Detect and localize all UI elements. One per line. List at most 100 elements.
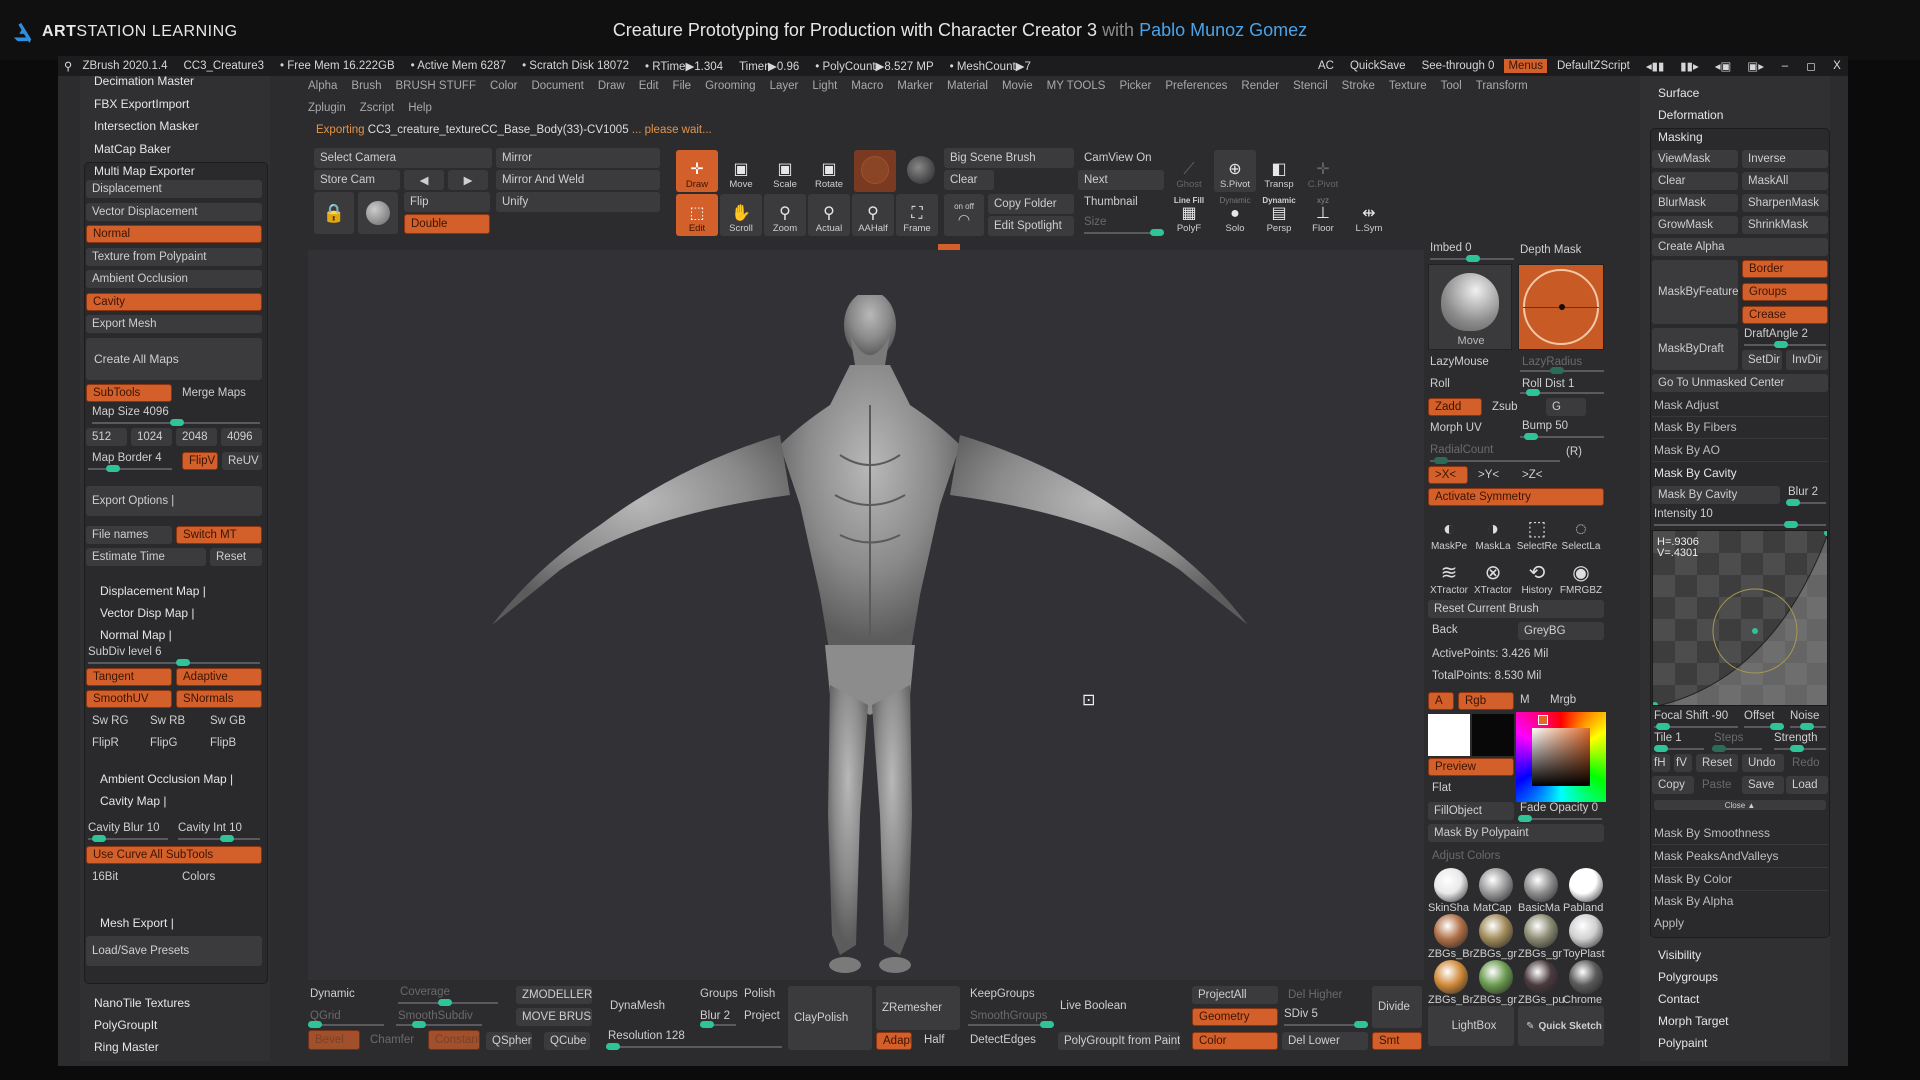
polyf-tool[interactable]: Line Fill ▦ PolyF <box>1168 194 1210 236</box>
symmetry-y-toggle[interactable]: >Y< <box>1472 466 1512 484</box>
material-swatch[interactable] <box>1434 868 1468 902</box>
masking-header[interactable]: Masking <box>1658 130 1703 144</box>
curve-paste-button[interactable]: Paste <box>1696 776 1738 794</box>
slider-knob[interactable] <box>1654 745 1668 752</box>
slider-knob[interactable] <box>1656 723 1670 730</box>
estimate-time-button[interactable]: Estimate Time <box>86 548 206 566</box>
draw-tool[interactable]: ✛ Draw <box>676 150 718 192</box>
menu-zplugin[interactable]: Zplugin <box>308 102 346 120</box>
cpivot-tool[interactable]: ✛ C.Pivot <box>1302 150 1344 192</box>
flipr-toggle[interactable]: FlipR <box>86 734 142 752</box>
mesh-export-header[interactable]: Mesh Export | <box>100 916 174 930</box>
apply-header[interactable]: Apply <box>1654 916 1684 930</box>
blurmask-button[interactable]: BlurMask <box>1652 194 1738 212</box>
brush-slot[interactable]: ◐ MaskPe <box>1428 510 1470 552</box>
material-swatch[interactable] <box>854 150 896 192</box>
color-toggle[interactable]: Color <box>1192 1032 1278 1050</box>
radialcount-slider[interactable] <box>1430 457 1560 464</box>
hue-marker[interactable] <box>1538 715 1548 725</box>
move-tool[interactable]: ▣ Move <box>720 150 762 192</box>
menu-preferences[interactable]: Preferences <box>1165 80 1227 98</box>
menu-color[interactable]: Color <box>490 80 517 98</box>
flipg-toggle[interactable]: FlipG <box>144 734 200 752</box>
menu-draw[interactable]: Draw <box>598 80 625 98</box>
merge-maps-toggle[interactable]: Merge Maps <box>176 384 262 402</box>
curve-load-button[interactable]: Load <box>1786 776 1828 794</box>
menu-movie[interactable]: Movie <box>1002 80 1033 98</box>
file-names-button[interactable]: File names <box>86 526 172 544</box>
rgb-toggle[interactable]: Rgb <box>1458 692 1514 710</box>
claypolish-button[interactable]: ClayPolish <box>788 986 872 1050</box>
menu-grooming[interactable]: Grooming <box>705 80 756 98</box>
sharpenmask-button[interactable]: SharpenMask <box>1742 194 1828 212</box>
qgrid-slider[interactable] <box>308 1021 384 1028</box>
flip-button[interactable]: Flip <box>404 192 490 212</box>
menu-transform[interactable]: Transform <box>1476 80 1528 98</box>
swrb-toggle[interactable]: Sw RB <box>144 712 200 730</box>
camview-on-button[interactable]: CamView On <box>1078 148 1164 168</box>
slider-knob[interactable] <box>438 999 452 1006</box>
material-swatch[interactable] <box>1479 914 1513 948</box>
plugin-item[interactable]: MatCap Baker <box>94 142 171 156</box>
ui-color-next-icon[interactable]: ▣▸ <box>1741 59 1770 73</box>
ghost-tool[interactable]: ⟋ Ghost <box>1168 150 1210 192</box>
minimize-button[interactable]: – <box>1774 60 1796 72</box>
polypaint-header[interactable]: Polypaint <box>1658 1036 1707 1050</box>
camera-sphere-button[interactable] <box>358 192 398 234</box>
slider-knob[interactable] <box>1434 457 1448 464</box>
subtools-toggle[interactable]: SubTools <box>86 384 172 402</box>
offset-slider[interactable] <box>1744 723 1784 730</box>
fade-opacity-slider[interactable] <box>1518 815 1602 822</box>
slider-knob[interactable] <box>1550 367 1564 374</box>
zmodeller-brush-button[interactable]: ZMODELLER <box>516 986 592 1004</box>
polygroups-header[interactable]: Polygroups <box>1658 970 1718 984</box>
swrg-toggle[interactable]: Sw RG <box>86 712 142 730</box>
use-curve-all-subtools-toggle[interactable]: Use Curve All SubTools <box>86 846 262 864</box>
menu-brush[interactable]: Brush <box>351 80 381 98</box>
smoothgroups-slider[interactable] <box>968 1021 1054 1028</box>
mask-by-fibers-header[interactable]: Mask By Fibers <box>1654 420 1737 434</box>
colors-toggle[interactable]: Colors <box>176 868 262 886</box>
qcube-button[interactable]: QCube <box>544 1032 590 1050</box>
map-type-export-mesh[interactable]: Export Mesh <box>86 315 262 333</box>
menu-help[interactable]: Help <box>408 102 432 120</box>
camera-next-button[interactable]: ▶ <box>448 170 488 190</box>
camview-size-slider[interactable] <box>1084 229 1164 236</box>
cavity-blur-slider[interactable] <box>1786 499 1826 506</box>
menu-alpha[interactable]: Alpha <box>308 80 337 98</box>
menu-picker[interactable]: Picker <box>1119 80 1151 98</box>
menu-edit[interactable]: Edit <box>639 80 659 98</box>
camera-prev-button[interactable]: ◀ <box>404 170 444 190</box>
thumbnail-button[interactable]: Thumbnail <box>1078 192 1164 212</box>
back-button[interactable]: Back <box>1432 624 1458 636</box>
lazymouse-toggle[interactable]: LazyMouse <box>1430 356 1489 368</box>
scale-tool[interactable]: ▣ Scale <box>764 150 806 192</box>
geometry-toggle[interactable]: Geometry <box>1192 1008 1278 1026</box>
map-size-slider[interactable] <box>92 419 260 426</box>
curve-reset-button[interactable]: Reset <box>1696 754 1738 772</box>
brush-slot[interactable]: ◌ SelectLa <box>1560 510 1602 552</box>
map-type-normal[interactable]: Normal <box>86 225 262 243</box>
menu-zscript[interactable]: Zscript <box>360 102 395 120</box>
contact-header[interactable]: Contact <box>1658 992 1699 1006</box>
store-cam-button[interactable]: Store Cam <box>314 170 400 190</box>
clear-mask-button[interactable]: Clear <box>1652 172 1738 190</box>
map-size-2048-button[interactable]: 2048 <box>176 428 217 446</box>
cavity-curve-editor[interactable]: H=.9306 V=.4301 <box>1652 530 1828 706</box>
menu-texture[interactable]: Texture <box>1389 80 1427 98</box>
symmetry-z-toggle[interactable]: >Z< <box>1516 466 1556 484</box>
primary-color-swatch[interactable] <box>1428 714 1470 756</box>
slider-knob[interactable] <box>308 1021 322 1028</box>
slider-knob[interactable] <box>1800 723 1814 730</box>
dynamesh-polish-toggle[interactable]: Polish <box>744 988 775 1000</box>
polygroupit-from-paint-button[interactable]: PolyGroupIt from Paint <box>1058 1032 1180 1050</box>
preview-toggle[interactable]: Preview <box>1428 758 1514 776</box>
projectall-button[interactable]: ProjectAll <box>1192 986 1278 1004</box>
dynamesh-groups-toggle[interactable]: Groups <box>700 988 738 1000</box>
crease-toggle[interactable]: Crease <box>1742 306 1828 324</box>
move-brush-button[interactable]: MOVE BRUSH <box>516 1008 592 1026</box>
viewmask-toggle[interactable]: ViewMask <box>1652 150 1738 168</box>
cavity-blur-slider[interactable] <box>88 835 168 842</box>
camview-next-button[interactable]: Next <box>1078 170 1164 190</box>
menu-macro[interactable]: Macro <box>851 80 883 98</box>
